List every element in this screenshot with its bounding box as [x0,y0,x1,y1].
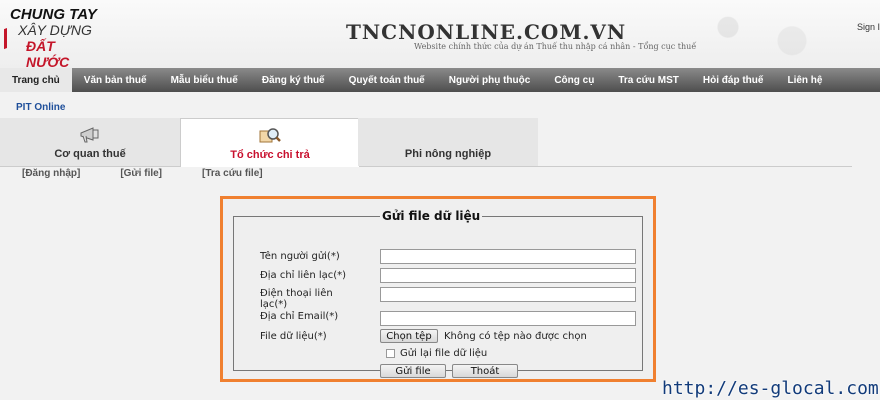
site-subtitle: Website chính thức của dự án Thuế thu nh… [414,42,697,51]
resend-label: Gửi lại file dữ liệu [400,348,488,359]
resend-checkbox[interactable] [386,349,395,358]
nav-item-dependents[interactable]: Người phụ thuộc [437,68,543,92]
email-input[interactable] [380,311,636,326]
nav-item-tax-register[interactable]: Đăng ký thuế [250,68,337,92]
tab-non-agri[interactable]: Phi nông nghiệp [358,118,538,166]
nav-item-tax-docs[interactable]: Văn bản thuế [72,68,159,92]
site-logo[interactable]: CHUNG TAY XÂY DỰNG ĐẤT NƯỚC [4,4,100,70]
submit-file-button[interactable]: Gửi file [380,364,446,378]
address-input[interactable] [380,268,636,283]
watermark-url: http://es-glocal.com [662,378,879,399]
nav-item-mst-lookup[interactable]: Tra cứu MST [606,68,691,92]
logo-line-1: CHUNG TAY [10,6,97,23]
nav-item-tax-faq[interactable]: Hỏi đáp thuế [691,68,776,92]
tab-label: Tổ chức chi trả [230,149,310,161]
megaphone-icon [80,127,99,143]
sign-in-link[interactable]: Sign I [857,22,880,32]
nav-item-home[interactable]: Trang chủ [0,68,72,92]
send-file-link[interactable]: [Gửi file] [120,168,162,179]
sender-name-input[interactable] [380,249,636,264]
logo-line-2: XÂY DỰNG [18,22,92,38]
magnifier-icon [259,128,281,143]
sub-links: [Đăng nhập] [Gửi file] [Tra cứu file] [22,168,263,179]
email-label: Địa chỉ Email(*) [260,311,339,322]
flower-decoration [680,0,840,68]
choose-file-button[interactable]: Chọn tệp [380,329,438,343]
logo-line-3: ĐẤT NƯỚC [26,38,70,70]
site-header: CHUNG TAY XÂY DỰNG ĐẤT NƯỚC TNCNONLINE.C… [0,0,880,70]
tab-payer-org[interactable]: Tổ chức chi trả [180,118,360,167]
tab-label: Cơ quan thuế [54,148,126,160]
phone-label: Điện thoại liên lạc(*) [260,288,366,310]
tab-bar: Cơ quan thuế Tổ chức chi trả Phi nông ng… [0,118,852,167]
main-nav: Trang chủ Văn bản thuế Mẫu biểu thuế Đăn… [0,68,880,92]
lookup-file-link[interactable]: [Tra cứu file] [202,168,263,179]
highlight-box: Gửi file dữ liệu Tên người gửi(*) Địa ch… [220,196,656,382]
login-link[interactable]: [Đăng nhập] [22,168,80,179]
nav-item-contact[interactable]: Liên hệ [775,68,834,92]
nav-item-tools[interactable]: Công cụ [542,68,606,92]
data-file-label: File dữ liệu(*) [260,331,327,342]
nav-item-tax-forms[interactable]: Mẫu biểu thuế [159,68,250,92]
exit-button[interactable]: Thoát [452,364,518,378]
site-title: TNCNONLINE.COM.VN [346,20,627,44]
phone-input[interactable] [380,287,636,302]
form-legend: Gửi file dữ liệu [382,209,481,223]
sender-name-label: Tên người gửi(*) [260,251,340,262]
nav-item-tax-finalize[interactable]: Quyết toán thuế [337,68,437,92]
tab-tax-authority[interactable]: Cơ quan thuế [0,118,180,166]
phone-label-line2: lạc(*) [260,299,288,310]
address-label: Địa chỉ liên lạc(*) [260,270,347,281]
tab-label: Phi nông nghiệp [404,148,492,160]
no-file-text: Không có tệp nào được chọn [444,331,587,342]
breadcrumb-pit-online[interactable]: PIT Online [16,102,65,113]
phone-label-line1: Điện thoại liên [260,288,333,299]
send-file-form: Gửi file dữ liệu Tên người gửi(*) Địa ch… [233,209,643,378]
